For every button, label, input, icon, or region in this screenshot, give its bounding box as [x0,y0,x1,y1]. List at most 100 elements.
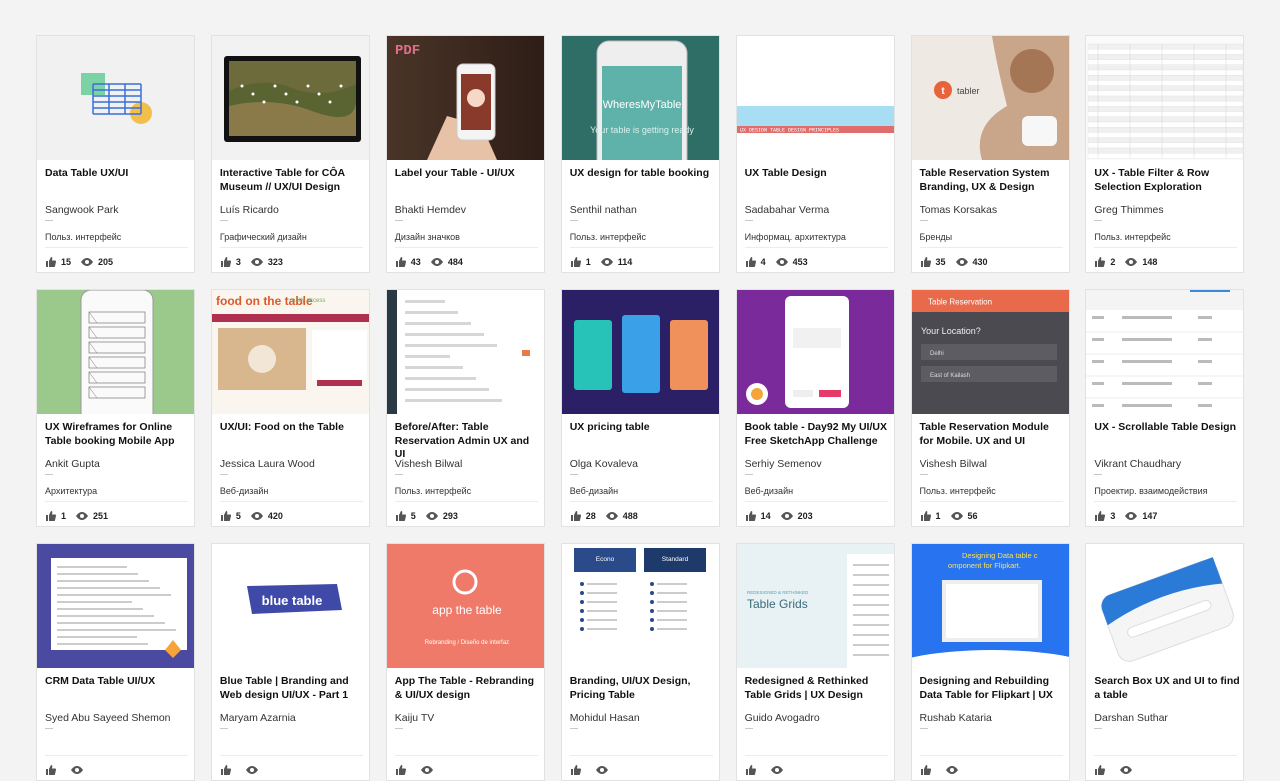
project-title[interactable]: UX pricing table [570,421,716,435]
project-title[interactable]: CRM Data Table UI/UX [45,675,191,689]
project-card[interactable]: Before/After: Table Reservation Admin UX… [385,289,545,527]
project-author[interactable]: Rushab Kataria [920,712,1066,724]
project-thumbnail[interactable] [37,36,194,160]
project-author[interactable]: Syed Abu Sayeed Shemon [45,712,191,724]
project-author[interactable]: Kaiju TV [395,712,541,724]
project-title[interactable]: Label your Table - UI/UX [395,167,541,181]
project-author[interactable]: Senthil nathan [570,204,716,216]
project-card[interactable]: PDF Label your Table - UI/UX Bhakti Hemd… [385,35,545,273]
project-author[interactable]: Guido Avogadro [745,712,891,724]
project-author[interactable]: Sangwook Park [45,204,191,216]
project-card[interactable]: Designing Data table c omponent for Flip… [910,543,1070,781]
project-thumbnail[interactable]: WheresMyTable Your table is getting read… [561,36,719,160]
project-title[interactable]: Blue Table | Branding and Web design UI/… [220,675,366,702]
project-title[interactable]: UX design for table booking [570,167,716,181]
project-author[interactable]: Vikrant Chaudhary [1094,458,1240,470]
project-card[interactable]: app the table Rebranding / Diseño de int… [385,543,545,781]
project-card[interactable]: UX - Table Filter & Row Selection Explor… [1085,35,1245,273]
project-card[interactable]: UX Wireframes for Online Table booking M… [36,289,195,527]
project-title[interactable]: Designing and Rebuilding Data Table for … [920,675,1066,702]
project-field[interactable]: Архитектура [45,486,191,496]
project-title[interactable]: Interactive Table for CÔA Museum // UX/U… [220,167,366,194]
project-card[interactable]: Data Table UX/UI Sangwook Park Польз. ин… [36,35,195,273]
project-author[interactable]: Tomas Korsakas [920,204,1066,216]
project-title[interactable]: Search Box UX and UI to find a table [1094,675,1240,702]
project-author[interactable]: Luís Ricardo [220,204,366,216]
project-thumbnail[interactable] [386,290,544,414]
project-author[interactable]: Vishesh Bilwal [395,458,541,470]
project-author[interactable]: Jessica Laura Wood [220,458,366,470]
project-card[interactable]: t tabler Table Reservation System Brandi… [910,35,1070,273]
project-author[interactable]: Serhiy Semenov [745,458,891,470]
project-thumbnail[interactable]: Econo Standard [561,544,719,668]
project-card[interactable]: CRM Data Table UI/UX Syed Abu Sayeed She… [36,543,195,781]
project-thumbnail[interactable] [211,36,369,160]
project-field[interactable]: Дизайн значков [395,232,541,242]
project-thumbnail[interactable] [561,290,719,414]
project-title[interactable]: UX Wireframes for Online Table booking M… [45,421,191,448]
project-thumbnail[interactable]: food on the table early access [211,290,369,414]
project-author[interactable]: Ankit Gupta [45,458,191,470]
project-title[interactable]: Redesigned & Rethinked Table Grids | UX … [745,675,891,702]
project-card[interactable]: Table Reservation Your Location? Delhi E… [910,289,1070,527]
project-author[interactable]: Mohidul Hasan [570,712,716,724]
project-stats: 43 484 [395,255,472,269]
project-thumbnail[interactable]: UX DESIGN TABLE DESIGN PRINCIPLES [736,36,894,160]
project-card[interactable]: UX DESIGN TABLE DESIGN PRINCIPLES UX Tab… [735,35,895,273]
project-thumbnail[interactable]: Designing Data table c omponent for Flip… [911,544,1069,668]
project-thumbnail[interactable] [736,290,894,414]
project-title[interactable]: Branding, UI/UX Design, Pricing Table [570,675,716,702]
project-thumbnail[interactable] [1086,36,1244,160]
project-field[interactable]: Графический дизайн [220,232,366,242]
project-title[interactable]: Table Reservation System Branding, UX & … [920,167,1066,194]
project-title[interactable]: UX/UI: Food on the Table [220,421,366,435]
project-thumbnail[interactable]: REDESIGNED & RETHINKED Table Grids [736,544,894,668]
project-card[interactable]: blue table Blue Table | Branding and Web… [210,543,370,781]
project-title[interactable]: Before/After: Table Reservation Admin UX… [395,421,541,462]
project-thumbnail[interactable]: Table Reservation Your Location? Delhi E… [911,290,1069,414]
project-thumbnail[interactable]: PDF [386,36,544,160]
project-author[interactable]: Maryam Azarnia [220,712,366,724]
project-thumbnail[interactable] [37,290,194,414]
project-field[interactable]: Польз. интерфейс [570,232,716,242]
project-field[interactable]: Веб-дизайн [745,486,891,496]
project-title[interactable]: UX - Scrollable Table Design [1094,421,1240,435]
divider [919,501,1063,502]
project-author[interactable]: Sadabahar Verma [745,204,891,216]
project-card[interactable]: Interactive Table for CÔA Museum // UX/U… [210,35,370,273]
project-thumbnail[interactable]: blue table [211,544,369,668]
project-field[interactable]: Польз. интерфейс [395,486,541,496]
project-thumbnail[interactable] [37,544,194,668]
project-card[interactable]: REDESIGNED & RETHINKED Table Grids Redes… [735,543,895,781]
project-title[interactable]: Data Table UX/UI [45,167,191,181]
project-field[interactable]: Польз. интерфейс [45,232,191,242]
project-field[interactable]: Веб-дизайн [220,486,366,496]
project-title[interactable]: Book table - Day92 My UI/UX Free SketchA… [745,421,891,448]
project-author[interactable]: Darshan Suthar [1094,712,1240,724]
project-author[interactable]: Vishesh Bilwal [920,458,1066,470]
project-title[interactable]: UX - Table Filter & Row Selection Explor… [1094,167,1240,194]
project-card[interactable]: Search Box UX and UI to find a table Dar… [1085,543,1245,781]
project-card[interactable]: UX pricing table Olga Kovaleva Веб-дизай… [560,289,720,527]
project-field[interactable]: Информац. архитектура [745,232,891,242]
project-thumbnail[interactable]: t tabler [911,36,1069,160]
project-field[interactable]: Польз. интерфейс [920,486,1066,496]
project-title[interactable]: Table Reservation Module for Mobile. UX … [920,421,1066,448]
project-card[interactable]: Book table - Day92 My UI/UX Free SketchA… [735,289,895,527]
project-author[interactable]: Olga Kovaleva [570,458,716,470]
project-card[interactable]: Econo Standard Branding, UI/UX Design, P… [560,543,720,781]
project-thumbnail[interactable] [1086,544,1244,668]
project-title[interactable]: UX Table Design [745,167,891,181]
project-card[interactable]: UX - Scrollable Table Design Vikrant Cha… [1085,289,1245,527]
project-field[interactable]: Проектир. взаимодействия [1094,486,1240,496]
project-title[interactable]: App The Table - Rebranding & UI/UX desig… [395,675,541,702]
project-card[interactable]: food on the table early access UX/UI: Fo… [210,289,370,527]
project-card[interactable]: WheresMyTable Your table is getting read… [560,35,720,273]
project-author[interactable]: Greg Thimmes [1094,204,1240,216]
project-field[interactable]: Веб-дизайн [570,486,716,496]
project-field[interactable]: Бренды [920,232,1066,242]
project-thumbnail[interactable]: app the table Rebranding / Diseño de int… [386,544,544,668]
project-thumbnail[interactable] [1086,290,1244,414]
project-field[interactable]: Польз. интерфейс [1094,232,1240,242]
project-author[interactable]: Bhakti Hemdev [395,204,541,216]
